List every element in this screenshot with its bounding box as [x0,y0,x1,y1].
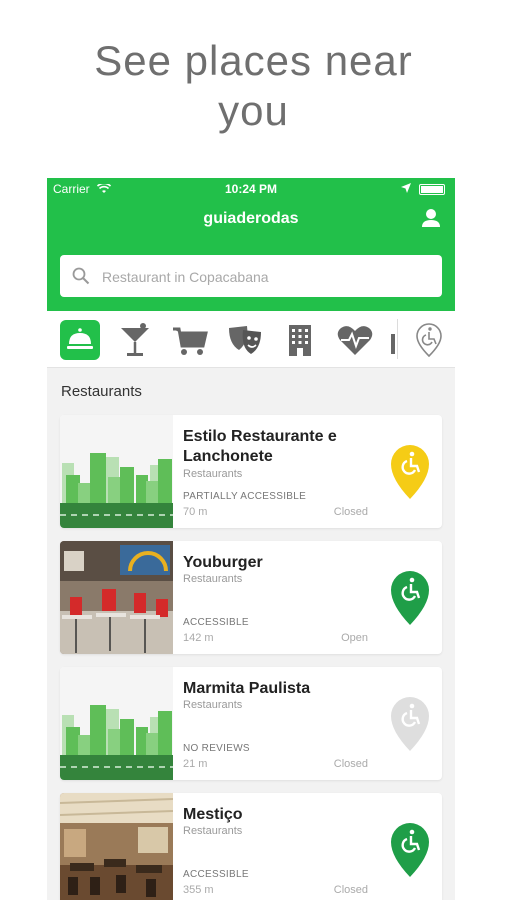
place-category: Restaurants [183,573,243,585]
no-reviews-pin-icon [387,693,433,758]
category-restaurant-icon[interactable] [60,320,100,360]
place-distance: 355 m [183,884,214,896]
status-time: 10:24 PM [224,182,278,196]
city-illustration-image [60,667,173,780]
place-card[interactable]: Marmita Paulista Restaurants NO REVIEWS … [60,667,442,780]
accessible-pin-icon [387,819,433,884]
battery-icon [419,184,445,195]
open-status: Open [341,632,368,644]
place-card[interactable]: Youburger Restaurants ACCESSIBLE 142 m O… [60,541,442,654]
restaurant-photo-image [60,541,173,654]
place-name: Marmita Paulista [183,680,311,697]
accessibility-status: NO REVIEWS [183,743,250,754]
search-bar[interactable] [60,255,442,299]
app-title: guiaderodas [203,210,299,227]
search-input[interactable] [100,255,424,299]
partially-accessible-pin-icon [387,441,433,506]
category-hotel-building-icon[interactable] [280,320,320,360]
restaurant-photo-image [60,793,173,900]
place-category: Restaurants [183,699,243,711]
open-status: Closed [333,758,368,770]
category-theater-masks-icon[interactable] [225,320,265,360]
accessibility-status: PARTIALLY ACCESSIBLE [183,491,307,502]
category-bar [47,311,455,368]
location-arrow-icon [401,182,411,196]
section-title: Restaurants [61,383,142,400]
place-card[interactable]: Estilo Restaurante e Lanchonete Restaura… [60,415,442,528]
promo-line-1: See places near [94,37,413,84]
place-name: Mestiço [183,806,243,823]
place-category: Restaurants [183,825,243,837]
phone-screen: Carrier 10:24 PM guiaderodas Restaurant … [47,178,455,900]
category-cocktail-icon[interactable] [115,320,155,360]
place-name: Youburger [183,554,263,571]
profile-icon[interactable] [421,208,441,233]
search-icon [72,267,90,290]
open-status: Closed [333,884,368,896]
place-distance: 142 m [183,632,214,644]
accessible-pin-icon [387,567,433,632]
place-name: Estilo Restaurante e Lanchonete [183,428,337,465]
status-bar: Carrier 10:24 PM [47,180,455,198]
city-illustration-image [60,415,173,528]
category-divider [397,319,398,359]
promo-headline: See places near you [0,36,507,136]
place-distance: 70 m [183,506,208,518]
place-category: Restaurants [183,468,243,480]
place-distance: 21 m [183,758,208,770]
accessibility-status: ACCESSIBLE [183,869,249,880]
app-header: Carrier 10:24 PM guiaderodas [47,178,455,311]
accessibility-status: ACCESSIBLE [183,617,249,628]
promo-line-2: you [218,87,289,134]
category-partial-icon[interactable] [389,320,395,360]
category-shopping-cart-icon[interactable] [170,320,210,360]
open-status: Closed [333,506,368,518]
category-wheelchair-pin-icon[interactable] [409,320,449,360]
category-health-heart-icon[interactable] [335,320,375,360]
place-card[interactable]: Mestiço Restaurants ACCESSIBLE 355 m Clo… [60,793,442,900]
